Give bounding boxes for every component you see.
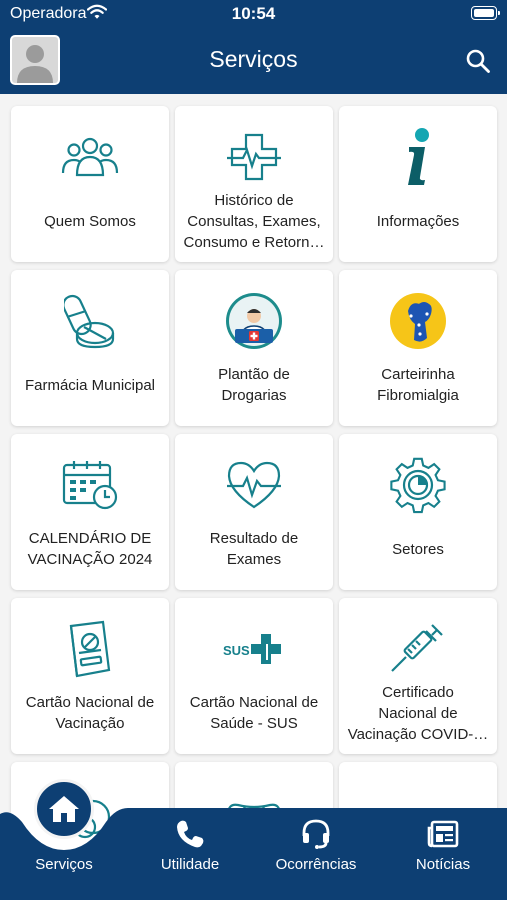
- phone-icon: [127, 816, 253, 852]
- syringe-icon: [339, 616, 497, 682]
- tab-utilidade[interactable]: Utilidade: [127, 808, 253, 900]
- status-time: 10:54: [231, 4, 276, 23]
- pills-icon: [11, 288, 169, 354]
- service-cartao-vacinacao[interactable]: Cartão Nacional de Vacinação: [11, 598, 169, 754]
- service-label: Histórico de Consultas, Exames, Consumo …: [183, 191, 325, 251]
- service-label: Farmácia Municipal: [24, 376, 156, 394]
- service-quem-somos[interactable]: Quem Somos: [11, 106, 169, 262]
- heart-pulse-icon: [175, 452, 333, 518]
- gear-chart-icon: [339, 452, 497, 518]
- tab-noticias[interactable]: Notícias: [380, 808, 506, 900]
- service-label: Cartão Nacional de Vacinação: [25, 694, 155, 732]
- tab-servicos[interactable]: Serviços: [1, 808, 127, 900]
- people-group-icon: [11, 124, 169, 190]
- sus-logo-icon: SUS: [175, 616, 333, 682]
- service-label: Certificado Nacional de Vacinação COVID-…: [347, 683, 489, 743]
- pharmacist-icon: [175, 288, 333, 354]
- service-carteirinha-fibromialgia[interactable]: Carteirinha Fibromialgia: [339, 270, 497, 426]
- service-label: CALENDÁRIO DE VACINAÇÃO 2024: [27, 530, 153, 568]
- service-informacoes[interactable]: Informações: [339, 106, 497, 262]
- service-cartao-sus[interactable]: SUS Cartão Nacional de Saúde - SUS: [175, 598, 333, 754]
- service-plantao-drogarias[interactable]: Plantão de Drogarias: [175, 270, 333, 426]
- status-bar: Operadora 10:54: [0, 0, 507, 30]
- page-title: Serviços: [209, 46, 298, 72]
- calendar-clock-icon: [11, 452, 169, 518]
- service-calendario-vacinacao[interactable]: CALENDÁRIO DE VACINAÇÃO 2024: [11, 434, 169, 590]
- newspaper-icon: [380, 816, 506, 852]
- service-farmacia-municipal[interactable]: Farmácia Municipal: [11, 270, 169, 426]
- service-label: Informações: [376, 212, 460, 230]
- service-label: Plantão de Drogarias: [218, 366, 290, 404]
- fibromyalgia-icon: [339, 288, 497, 354]
- tab-label: Ocorrências: [275, 856, 357, 873]
- tab-label: Notícias: [415, 856, 471, 873]
- bottom-navigation: Serviços Utilidade Ocorrências Notícias: [0, 779, 507, 900]
- service-historico[interactable]: Histórico de Consultas, Exames, Consumo …: [175, 106, 333, 262]
- vaccination-card-icon: [11, 616, 169, 682]
- services-grid: Quem Somos Histórico de Consultas, Exame…: [0, 94, 507, 900]
- headset-icon: [253, 816, 379, 852]
- service-certificado-covid[interactable]: Certificado Nacional de Vacinação COVID-…: [339, 598, 497, 754]
- service-label: Quem Somos: [44, 212, 136, 230]
- app-header: Operadora 10:54 Serviços: [0, 0, 507, 94]
- search-icon[interactable]: [465, 48, 491, 79]
- medical-cross-pulse-icon: [175, 124, 333, 190]
- info-icon: [339, 124, 497, 190]
- service-setores[interactable]: Setores: [339, 434, 497, 590]
- tab-label: Utilidade: [160, 856, 220, 873]
- service-label: Setores: [392, 540, 444, 558]
- service-label: Carteirinha Fibromialgia: [377, 366, 459, 404]
- sus-logo-text: SUS: [223, 643, 250, 658]
- service-label: Resultado de Exames: [209, 530, 299, 568]
- tab-ocorrencias[interactable]: Ocorrências: [253, 808, 379, 900]
- battery-icon: [471, 6, 500, 20]
- service-label: Cartão Nacional de Saúde - SUS: [189, 694, 319, 732]
- service-resultado-exames[interactable]: Resultado de Exames: [175, 434, 333, 590]
- tab-label: Serviços: [35, 856, 93, 873]
